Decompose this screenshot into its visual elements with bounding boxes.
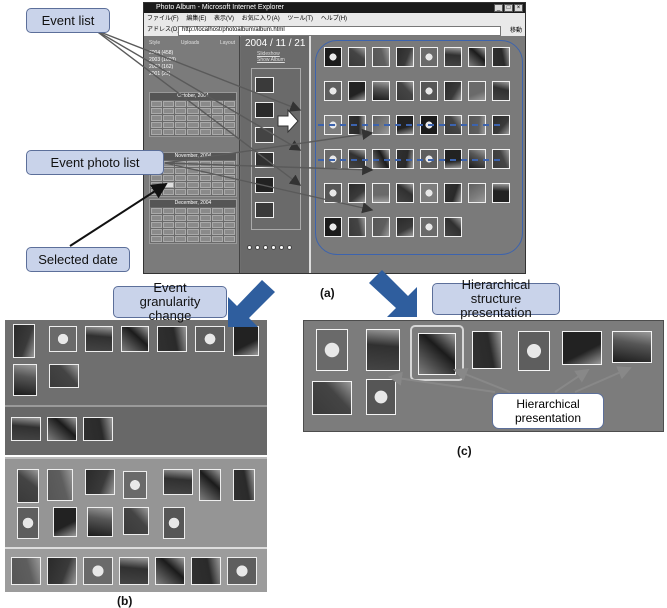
selected-date-callout: Selected date [26, 247, 130, 272]
caption-a: (a) [320, 286, 335, 300]
event-photo-list-connector [164, 162, 374, 214]
caption-c: (c) [457, 444, 472, 458]
event-photo-list-connector [164, 128, 374, 164]
event-photo-list-callout: Event photo list [26, 150, 164, 175]
annotation-arrows [69, 29, 632, 393]
event-list-callout: Event list [26, 8, 110, 33]
event-photo-list-connector [164, 162, 374, 176]
event-list-connector [94, 29, 302, 112]
selection-arrow-icon [277, 108, 299, 134]
hierarchy-arrow [369, 270, 417, 317]
granularity-arrow [228, 280, 275, 327]
hierarchical-presentation-arrow [574, 366, 632, 393]
selected-date-connector [69, 182, 168, 247]
hierarchical-presentation-arrow [453, 367, 511, 393]
hierarchical-presentation-label: Hierarchical presentation [492, 393, 604, 429]
event-list-connector [94, 29, 302, 151]
event-granularity-callout: Event granularity change [113, 281, 227, 323]
caption-b: (b) [117, 594, 133, 608]
hierarchical-structure-callout: Hierarchical structure presentation [432, 278, 560, 320]
